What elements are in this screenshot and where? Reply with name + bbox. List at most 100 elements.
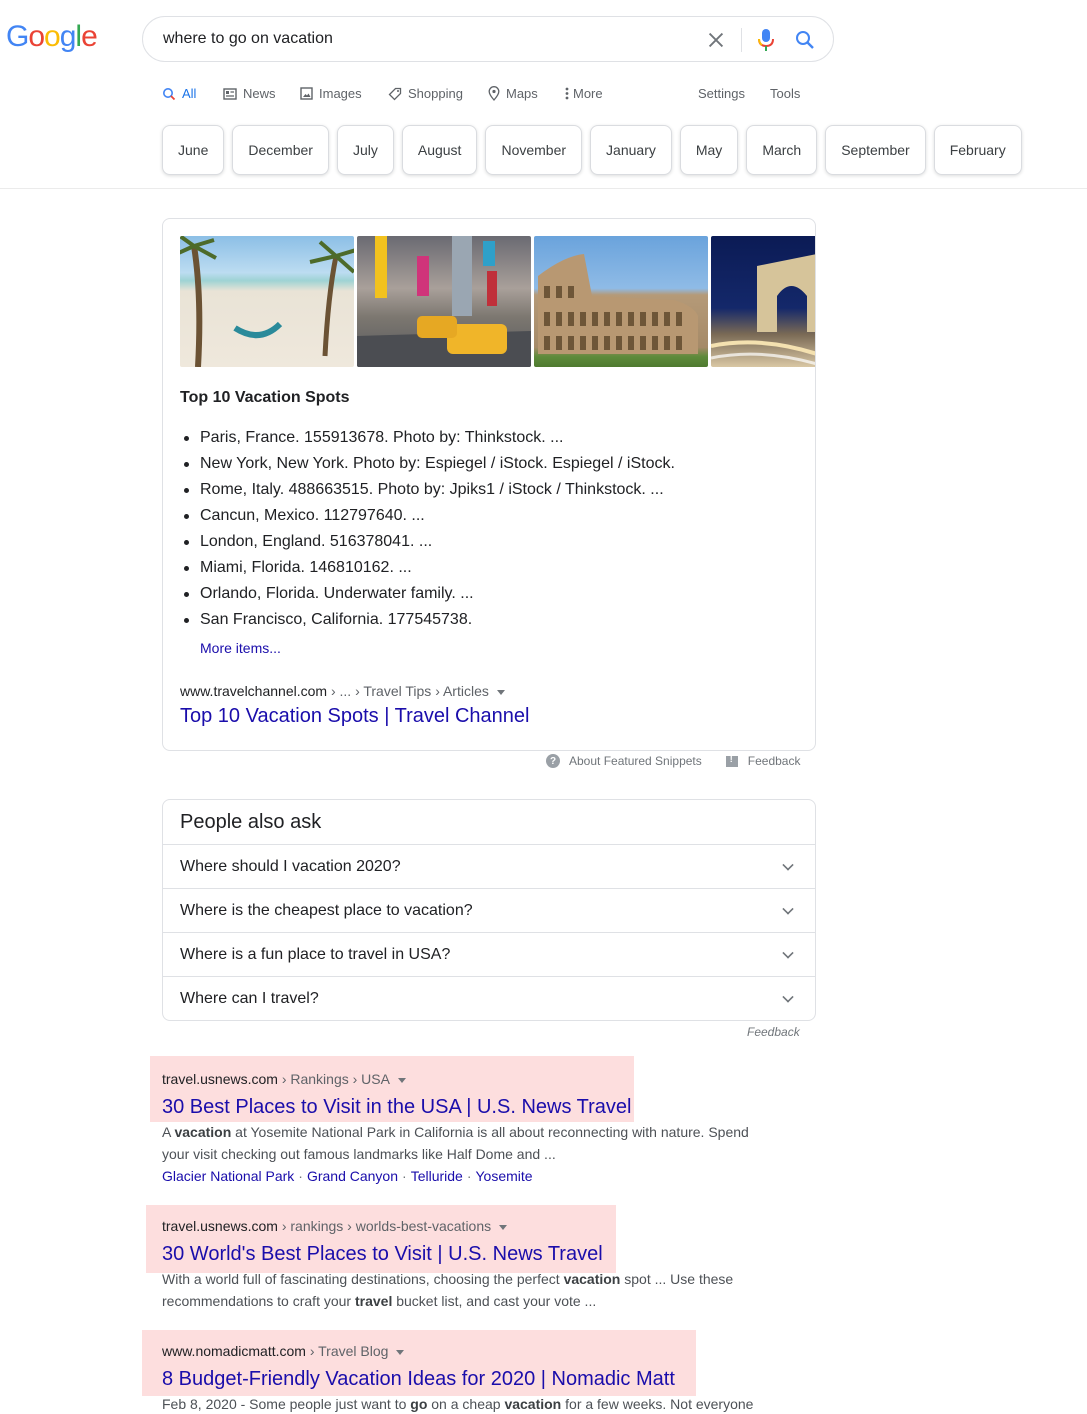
result-sitelinks: Glacier National Park · Grand Canyon · Tellu… <box>162 1165 762 1187</box>
list-item: San Francisco, California. 177545738. <box>180 607 675 633</box>
snippet-feedback-link[interactable]: Feedback <box>702 754 801 768</box>
chip-july[interactable]: July <box>336 125 394 175</box>
snippet-title: Top 10 Vacation Spots <box>180 389 350 406</box>
separator: · <box>298 1168 303 1184</box>
paa-question[interactable]: Where is a fun place to travel in USA? <box>163 932 815 976</box>
result-breadcrumb: › Travel Blog <box>305 1343 389 1359</box>
tools-label: Tools <box>770 86 801 101</box>
sitelink[interactable]: Yosemite <box>476 1168 533 1184</box>
photo-beach[interactable] <box>180 236 354 367</box>
list-item: Cancun, Mexico. 112797640. ... <box>180 503 675 529</box>
photo-rome[interactable] <box>534 236 708 367</box>
chip-september[interactable]: September <box>825 125 926 175</box>
result-breadcrumb: › rankings › worlds-best-vacations <box>277 1218 492 1234</box>
tag-icon <box>388 87 402 101</box>
settings-label: Settings <box>698 86 745 101</box>
paa-question[interactable]: Where should I vacation 2020? <box>163 844 815 888</box>
divider <box>741 28 742 52</box>
paa-feedback-link[interactable]: Feedback <box>747 1025 800 1039</box>
list-item: Orlando, Florida. Underwater family. ... <box>180 581 675 607</box>
snippet-text: at Yosemite National Park in California … <box>162 1124 749 1162</box>
result-snippet: Feb 8, 2020 - Some people just want to g… <box>162 1393 762 1414</box>
google-logo[interactable]: Google <box>6 20 98 54</box>
snippet-keyword: go <box>410 1396 428 1412</box>
newspaper-icon <box>223 87 237 100</box>
microphone-icon[interactable] <box>755 27 777 53</box>
refinement-chips: June December July August November Janua… <box>162 125 1022 175</box>
about-featured-snippets-link[interactable]: ? About Featured Snippets <box>546 754 702 768</box>
people-also-ask: People also ask Where should I vacation … <box>162 799 816 1021</box>
result-domain: travel.usnews.com <box>162 1218 278 1234</box>
tab-images[interactable]: Images <box>300 86 362 101</box>
settings-link[interactable]: Settings <box>698 86 745 101</box>
snippet-result-link[interactable]: Top 10 Vacation Spots | Travel Channel <box>180 705 529 728</box>
result-cite: travel.usnews.com › Rankings › USA <box>162 1069 762 1089</box>
cite-domain: www.travelchannel.com <box>180 683 328 699</box>
chip-december[interactable]: December <box>232 125 329 175</box>
snippet-keyword: vacation <box>504 1396 562 1412</box>
result-title-link[interactable]: 30 World's Best Places to Visit | U.S. N… <box>162 1241 603 1267</box>
search-icon[interactable] <box>793 28 817 52</box>
snippet-text: A <box>162 1124 175 1140</box>
result-breadcrumb: › Rankings › USA <box>277 1071 390 1087</box>
featured-snippet: Top 10 Vacation Spots Paris, France. 155… <box>162 218 816 751</box>
list-item: Miami, Florida. 146810162. ... <box>180 555 675 581</box>
question-text: Where is the cheapest place to vacation? <box>180 901 473 919</box>
result-title-link[interactable]: 30 Best Places to Visit in the USA | U.S… <box>162 1094 631 1120</box>
image-carousel <box>180 236 815 367</box>
logo-letter: o <box>44 20 61 53</box>
chip-february[interactable]: February <box>933 125 1022 175</box>
more-vert-icon <box>565 87 569 100</box>
snippet-cite: www.travelchannel.com › ... › Travel Tip… <box>180 683 505 699</box>
tab-news[interactable]: News <box>223 86 276 101</box>
sitelink[interactable]: Glacier National Park <box>162 1168 294 1184</box>
tab-label: More <box>573 86 603 101</box>
snippet-text: Feb 8, 2020 - Some people just want to <box>162 1396 411 1412</box>
chip-may[interactable]: May <box>679 125 739 175</box>
snippet-list: Paris, France. 155913678. Photo by: Thin… <box>180 425 675 633</box>
search-result: travel.usnews.com › rankings › worlds-be… <box>162 1216 762 1312</box>
tab-shopping[interactable]: Shopping <box>388 86 463 101</box>
photo-new-york[interactable] <box>357 236 531 367</box>
list-item: New York, New York. Photo by: Espiegel /… <box>180 451 675 477</box>
question-text: Where should I vacation 2020? <box>180 857 401 875</box>
result-domain: travel.usnews.com <box>162 1071 278 1087</box>
more-items-link[interactable]: More items... <box>200 640 281 656</box>
tools-link[interactable]: Tools <box>770 86 800 101</box>
list-item: London, England. 516378041. ... <box>180 529 675 555</box>
close-icon[interactable] <box>705 29 727 51</box>
chevron-down-icon <box>782 859 794 871</box>
caret-down-icon[interactable] <box>397 1077 406 1083</box>
sitelink[interactable]: Grand Canyon <box>307 1168 398 1184</box>
chevron-down-icon <box>782 903 794 915</box>
search-result: www.nomadicmatt.com › Travel Blog 8 Budg… <box>162 1341 762 1414</box>
caret-down-icon[interactable] <box>396 1349 405 1355</box>
snippet-text: bucket list, and cast your vote ... <box>392 1293 597 1309</box>
paa-question[interactable]: Where can I travel? <box>163 976 815 1020</box>
tab-more[interactable]: More <box>565 86 603 101</box>
chip-november[interactable]: November <box>485 125 583 175</box>
chip-august[interactable]: August <box>401 125 478 175</box>
logo-letter: G <box>6 20 29 53</box>
help-icon: ? <box>546 754 560 768</box>
tab-all[interactable]: All <box>162 86 196 101</box>
snippet-keyword: travel <box>354 1293 393 1309</box>
photo-paris[interactable] <box>711 236 815 367</box>
snippet-text: With a world full of fascinating destina… <box>162 1271 564 1287</box>
feedback-label: Feedback <box>747 754 801 768</box>
snippet-keyword: vacation <box>563 1271 621 1287</box>
chevron-down-icon <box>782 947 794 959</box>
search-input[interactable] <box>163 17 693 61</box>
snippet-text: for a few weeks. Not everyone <box>561 1396 754 1412</box>
sitelink[interactable]: Telluride <box>411 1168 463 1184</box>
chip-march[interactable]: March <box>746 125 818 175</box>
tab-label: Shopping <box>408 86 463 101</box>
caret-down-icon[interactable] <box>496 689 505 695</box>
paa-question[interactable]: Where is the cheapest place to vacation? <box>163 888 815 932</box>
chip-january[interactable]: January <box>590 125 672 175</box>
caret-down-icon[interactable] <box>499 1224 508 1230</box>
tab-maps[interactable]: Maps <box>488 86 538 101</box>
result-title-link[interactable]: 8 Budget-Friendly Vacation Ideas for 202… <box>162 1366 675 1392</box>
chip-june[interactable]: June <box>162 125 225 175</box>
question-text: Where is a fun place to travel in USA? <box>180 945 451 963</box>
